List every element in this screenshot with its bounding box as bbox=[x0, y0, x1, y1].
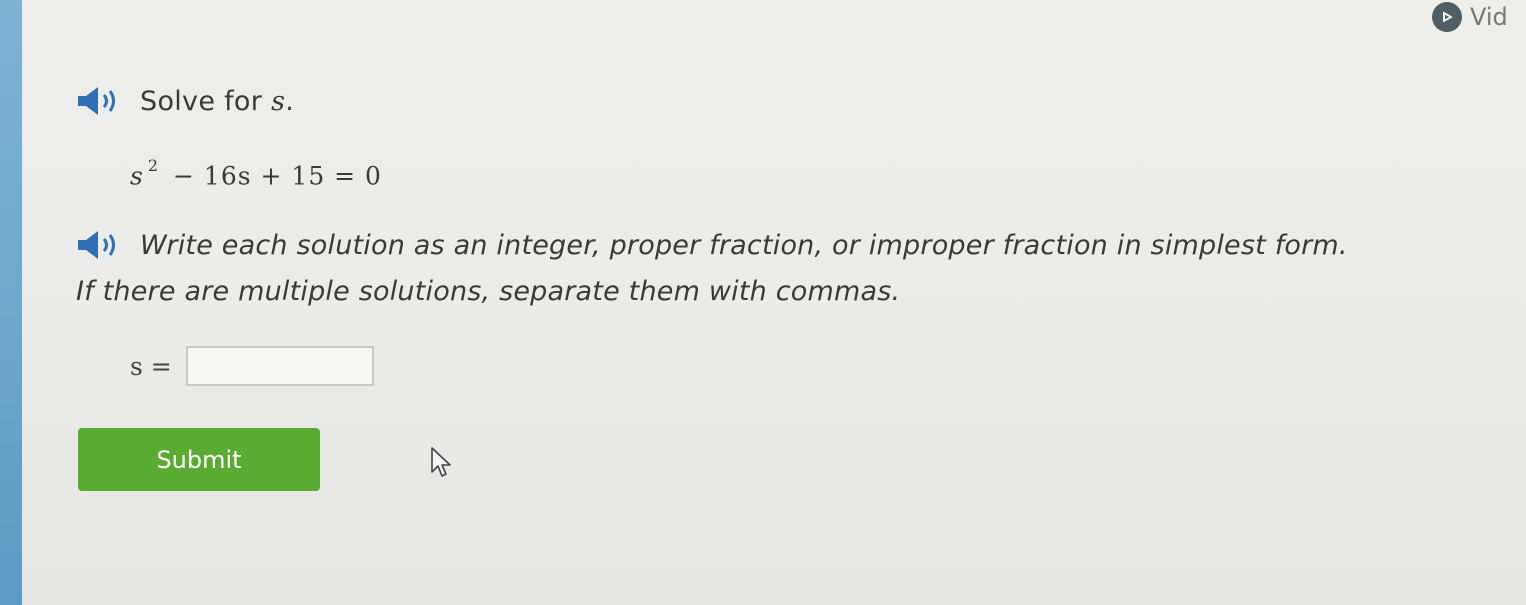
equation-exponent: 2 bbox=[147, 156, 160, 175]
left-edge-strip bbox=[0, 0, 22, 605]
prompt-variable: s bbox=[271, 85, 286, 117]
equation-rest: − 16s + 15 = 0 bbox=[173, 161, 382, 191]
speaker-icon[interactable] bbox=[74, 228, 126, 262]
speaker-icon[interactable] bbox=[74, 84, 126, 118]
instruction-line-1: Write each solution as an integer, prope… bbox=[140, 229, 1348, 261]
mouse-pointer-icon bbox=[430, 446, 454, 484]
prompt-prefix: Solve for bbox=[140, 85, 263, 117]
instruction-row: Write each solution as an integer, prope… bbox=[74, 228, 1348, 262]
equation-base: s bbox=[130, 161, 144, 191]
prompt-suffix: . bbox=[285, 85, 295, 117]
submit-button[interactable]: Submit bbox=[78, 428, 320, 491]
prompt-text: Solve for s. bbox=[140, 86, 294, 117]
instruction-line-2: If there are multiple solutions, separat… bbox=[76, 276, 901, 307]
video-link[interactable]: Vid bbox=[1432, 2, 1508, 32]
answer-row: s = bbox=[130, 346, 374, 386]
answer-input[interactable] bbox=[185, 346, 374, 386]
instruction-row-2: If there are multiple solutions, separat… bbox=[76, 276, 900, 307]
answer-label: s = bbox=[130, 351, 172, 381]
video-link-label: Vid bbox=[1470, 3, 1508, 31]
play-icon bbox=[1432, 2, 1462, 32]
prompt-row: Solve for s. bbox=[74, 84, 294, 118]
equation: s 2 − 16s + 15 = 0 bbox=[130, 156, 382, 191]
